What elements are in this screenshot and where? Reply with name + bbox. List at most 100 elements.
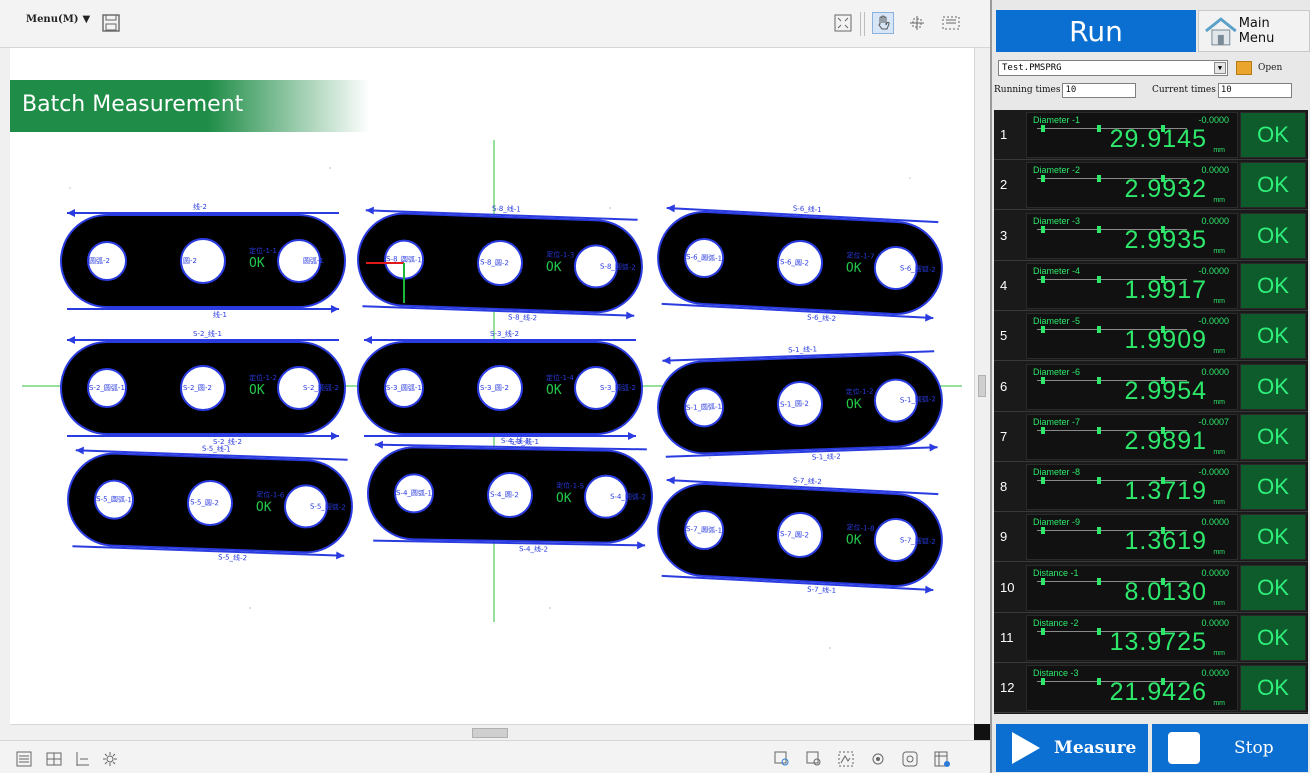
ruler-icon[interactable]	[72, 749, 92, 769]
camera-icon[interactable]	[900, 749, 920, 769]
result-row[interactable]: 9 Diameter -9 0.0000 1.3619 mm OK	[994, 512, 1308, 563]
feature-label: 定位-1-5	[556, 481, 584, 490]
zoom-region-icon[interactable]	[940, 12, 962, 34]
brightness-icon[interactable]	[100, 749, 120, 769]
tolerance-tick	[1097, 527, 1101, 535]
result-unit: mm	[1213, 448, 1225, 456]
status-badge: OK	[1240, 514, 1306, 561]
result-row[interactable]: 2 Diameter -2 0.0000 2.9932 mm OK	[994, 160, 1308, 211]
edge-detect-icon[interactable]	[836, 749, 856, 769]
result-name: Distance -2	[1033, 618, 1079, 628]
tolerance-tick	[1097, 125, 1101, 132]
result-deviation: 0.0000	[1201, 215, 1229, 226]
result-unit: mm	[1213, 398, 1225, 406]
fit-screen-icon[interactable]	[832, 12, 854, 34]
tolerance-tick	[1041, 477, 1045, 485]
result-row[interactable]: 7 Diameter -7 -0.0007 2.9891 mm OK	[994, 412, 1308, 462]
result-index: 3	[1000, 227, 1008, 243]
stop-button[interactable]: Stop	[1152, 724, 1308, 772]
save-icon[interactable]	[100, 12, 122, 34]
ok-label: OK	[546, 260, 562, 276]
feature-label: S-1_圆-2	[780, 400, 809, 409]
result-cell: Diameter -6 0.0000 2.9954 mm	[1026, 363, 1238, 410]
result-row[interactable]: 8 Diameter -8 -0.0000 1.3719 mm OK	[994, 462, 1308, 513]
scroll-corner	[974, 724, 990, 740]
feature-label: S-8_圆弧-2	[600, 261, 636, 271]
result-row[interactable]: 6 Diameter -6 0.0000 2.9954 mm OK	[994, 362, 1308, 412]
feature-label: S-5_圆弧-1	[96, 494, 132, 504]
horizontal-scroll-thumb[interactable]	[472, 728, 508, 738]
result-index: 7	[1000, 428, 1008, 444]
results-list: 1 Diameter -1 -0.0000 29.9145 mm OK 2 Dia…	[994, 110, 1308, 714]
result-index: 9	[1000, 529, 1008, 545]
result-row[interactable]: 1 Diameter -1 -0.0000 29.9145 mm OK	[994, 110, 1308, 160]
tolerance-tick	[1041, 175, 1045, 183]
banner-title: Batch Measurement	[22, 92, 244, 117]
current-times-label: Current times	[1152, 85, 1216, 95]
program-file-select[interactable]: Test.PMSPRG ▼	[998, 60, 1228, 76]
result-index: 4	[1000, 277, 1008, 293]
zoom-out-icon[interactable]	[804, 749, 824, 769]
result-row[interactable]: 5 Diameter -5 -0.0000 1.9909 mm OK	[994, 311, 1308, 362]
result-row[interactable]: 12 Distance -3 0.0000 21.9426 mm OK	[994, 663, 1308, 714]
running-times-row: Running times 10	[994, 82, 1137, 98]
target-icon[interactable]	[868, 749, 888, 769]
tolerance-tick	[1097, 225, 1101, 233]
result-row[interactable]: 4 Diameter -4 -0.0000 1.9917 mm OK	[994, 261, 1308, 311]
result-row[interactable]: 10 Distance -1 0.0000 8.0130 mm OK	[994, 563, 1308, 613]
zoom-in-icon[interactable]	[772, 749, 792, 769]
result-deviation: 0.0000	[1201, 618, 1229, 628]
part-p9: S-7_圆弧-1 S-7_圆-2 S-7_圆弧-2 定位-1-8 S-7_线-2 S-7_…	[657, 476, 943, 595]
chevron-down-icon: ▼	[82, 14, 91, 25]
hand-pan-icon[interactable]	[872, 12, 894, 34]
main-menu-label: Main Menu	[1238, 16, 1275, 46]
tolerance-tick	[1041, 577, 1045, 585]
result-cell: Diameter -9 0.0000 1.3619 mm	[1026, 514, 1238, 561]
status-badge: OK	[1240, 112, 1306, 158]
tolerance-tick	[1041, 125, 1045, 132]
part-p7: S-5_圆弧-1 S-5_圆-2 S-5_圆弧-2 定位-1-6 S-5_线-1 S-5_…	[67, 444, 353, 562]
chevron-down-icon[interactable]: ▼	[1214, 62, 1226, 74]
program-file-value: Test.PMSPRG	[1002, 63, 1062, 73]
result-value: 1.9917	[1124, 275, 1207, 304]
current-times-field[interactable]: 10	[1217, 82, 1292, 98]
main-menu-button[interactable]: Main Menu	[1198, 10, 1310, 52]
result-name: Diameter -8	[1033, 467, 1081, 478]
result-unit: mm	[1213, 147, 1225, 154]
result-row[interactable]: 3 Diameter -3 0.0000 2.9935 mm OK	[994, 211, 1308, 261]
result-cell: Diameter -2 0.0000 2.9932 mm	[1026, 162, 1238, 209]
result-cell: Distance -1 0.0000 8.0130 mm	[1026, 564, 1238, 611]
status-badge: OK	[1240, 464, 1306, 511]
open-button[interactable]: Open	[1236, 58, 1306, 78]
grid-icon[interactable]	[44, 749, 64, 769]
feature-label: 定位-1-6	[256, 490, 285, 500]
result-name: Diameter -2	[1033, 165, 1081, 176]
result-row[interactable]: 11 Distance -2 0.0000 13.9725 mm OK	[994, 613, 1308, 663]
result-name: Diameter -5	[1033, 316, 1081, 327]
tolerance-tick	[1041, 527, 1045, 535]
open-label: Open	[1258, 63, 1283, 73]
export-table-icon[interactable]	[932, 749, 952, 769]
menu-dropdown[interactable]: Menu(M) ▼	[26, 14, 90, 25]
tolerance-tick	[1041, 628, 1045, 635]
result-name: Diameter -3	[1033, 215, 1081, 226]
result-unit: mm	[1213, 549, 1225, 557]
line-label: S-6_线-2	[807, 312, 836, 323]
list-icon[interactable]	[14, 749, 34, 769]
running-times-field[interactable]: 10	[1062, 82, 1137, 98]
tolerance-tick	[1097, 426, 1101, 434]
result-deviation: 0.0000	[1201, 668, 1229, 679]
feature-label: S-2_圆弧-2	[303, 383, 339, 392]
result-cell: Diameter -3 0.0000 2.9935 mm	[1026, 212, 1238, 259]
feature-label: S-1_圆弧-1	[686, 402, 722, 412]
measure-button[interactable]: Measure	[996, 724, 1148, 772]
run-label: Run	[1069, 14, 1123, 48]
line-label: S-4_线-2	[519, 544, 548, 554]
crosshair-icon[interactable]	[906, 12, 928, 34]
vertical-scroll-thumb[interactable]	[978, 375, 986, 397]
feature-label: 定位-1-8	[846, 522, 874, 532]
feature-label: S-7_圆弧-2	[900, 535, 936, 546]
image-viewport[interactable]: 圆弧-2 圆-2 圆弧-1 定位-1-1 线-2 线-1 OK S-8_圆弧-1 S-8_圆-2…	[10, 48, 974, 724]
play-icon	[1012, 732, 1040, 764]
feature-label: S-2_圆弧-1	[89, 383, 125, 392]
